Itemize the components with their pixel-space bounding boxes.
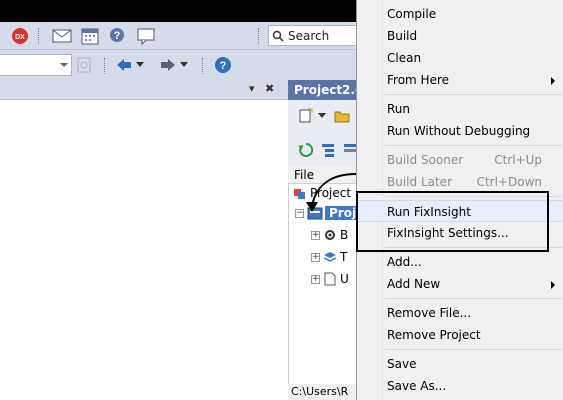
menu-item-build-sooner: Build Sooner Ctrl+Up xyxy=(357,149,563,171)
menu-separator xyxy=(385,145,562,146)
sync-icon[interactable] xyxy=(296,140,316,160)
chevron-down-icon[interactable] xyxy=(316,106,328,126)
menu-item-label: Save xyxy=(387,357,417,371)
menu-item-shortcut: Ctrl+Up xyxy=(494,153,542,167)
layers-icon xyxy=(323,252,337,262)
location-combobox[interactable] xyxy=(0,54,72,76)
refresh-disabled-icon xyxy=(74,55,94,75)
menu-item-run[interactable]: Run xyxy=(357,98,563,120)
menu-item-label: Add... xyxy=(387,255,422,269)
file-icon xyxy=(324,272,336,286)
close-icon[interactable]: ✖ xyxy=(265,82,274,95)
folder-icon[interactable] xyxy=(332,106,352,126)
editor-area[interactable] xyxy=(0,100,288,400)
tree-item-label: T xyxy=(340,250,348,264)
project-status-path: C:\Users\R xyxy=(288,384,356,400)
menu-item-label: Compile xyxy=(387,7,437,21)
forward-dropdown-icon[interactable] xyxy=(178,55,190,75)
menu-item-save[interactable]: Save xyxy=(357,353,563,375)
help-icon[interactable]: ? xyxy=(213,55,233,75)
menu-item-label: Remove Project xyxy=(387,328,481,342)
new-item-icon[interactable] xyxy=(296,106,316,126)
menu-item-build[interactable]: Build xyxy=(357,25,563,47)
project-panel-title: Project2.c xyxy=(288,80,356,100)
menu-separator xyxy=(385,298,562,299)
menu-item-save-as[interactable]: Save As... xyxy=(357,375,563,397)
expand-toggle[interactable]: + xyxy=(311,252,320,262)
help-chat-icon[interactable]: ? xyxy=(108,26,128,46)
toolbar-separator xyxy=(104,58,105,74)
menu-item-label: Build Sooner xyxy=(387,153,464,167)
menu-item-remove-project[interactable]: Remove Project xyxy=(357,324,563,346)
menu-item-label: Clean xyxy=(387,51,422,65)
navigation-toolbar: ? xyxy=(0,50,356,80)
tree-row-unit[interactable]: + U xyxy=(311,270,349,288)
back-dropdown-icon[interactable] xyxy=(134,55,146,75)
menu-separator xyxy=(385,349,562,350)
menu-item-shortcut: Ctrl+Down xyxy=(476,175,542,189)
forward-arrow-icon[interactable] xyxy=(158,55,178,75)
gear-icon xyxy=(325,230,335,240)
menu-item-clean[interactable]: Clean xyxy=(357,47,563,69)
menu-item-build-later: Build Later Ctrl+Down xyxy=(357,171,563,193)
menu-item-add-new[interactable]: Add New xyxy=(357,273,563,295)
menu-item-from-here[interactable]: From Here xyxy=(357,69,563,91)
svg-text:?: ? xyxy=(114,30,121,42)
menu-separator xyxy=(385,94,562,95)
toolbar-separator xyxy=(258,28,259,44)
menu-item-remove-file[interactable]: Remove File... xyxy=(357,302,563,324)
editor-panel-header: ▾ ✖ xyxy=(0,80,288,100)
menu-item-label: Build xyxy=(387,29,418,43)
menu-item-add[interactable]: Add... xyxy=(357,251,563,273)
dx-badge-icon[interactable]: DX xyxy=(10,26,30,46)
mail-icon[interactable] xyxy=(52,26,72,46)
calendar-icon[interactable] xyxy=(80,26,100,46)
menu-item-label: From Here xyxy=(387,73,450,87)
menu-item-label: Save As... xyxy=(387,379,447,393)
toolbar-separator xyxy=(38,28,39,44)
project-panel-toolbar xyxy=(288,100,356,166)
tree-item-label: U xyxy=(340,272,349,286)
submenu-arrow-icon xyxy=(551,281,555,289)
menu-item-label: Run xyxy=(387,102,411,116)
pin-icon[interactable]: ▾ xyxy=(249,82,255,95)
chevron-down-icon[interactable] xyxy=(60,63,68,67)
tree-row-target-platforms[interactable]: + T xyxy=(311,248,347,266)
search-input[interactable]: Search xyxy=(268,25,356,46)
dx-badge-text: DX xyxy=(15,34,25,41)
submenu-arrow-icon xyxy=(551,77,555,85)
expand-toggle[interactable]: + xyxy=(311,230,320,240)
search-icon xyxy=(272,30,284,42)
back-arrow-icon[interactable] xyxy=(114,55,134,75)
menu-item-compile[interactable]: Compile xyxy=(357,3,563,25)
svg-text:?: ? xyxy=(220,60,227,72)
menu-item-run-without-debugging[interactable]: Run Without Debugging xyxy=(357,120,563,142)
menu-item-label: Build Later xyxy=(387,175,452,189)
menu-item-label: Add New xyxy=(387,277,441,291)
expand-tree-icon[interactable] xyxy=(318,140,338,160)
menu-item-label: Remove File... xyxy=(387,306,472,320)
tree-item-label: B xyxy=(340,228,349,242)
tree-row-build-config[interactable]: + B xyxy=(311,226,348,244)
search-label: Search xyxy=(288,28,330,43)
annotation-highlight-box xyxy=(356,191,549,252)
toolbar-separator xyxy=(202,58,203,74)
menu-item-label: Run Without Debugging xyxy=(387,124,531,138)
expand-toggle[interactable]: + xyxy=(311,274,320,284)
feedback-icon[interactable] xyxy=(136,26,156,46)
annotation-arrow xyxy=(306,173,357,212)
main-toolbar: DX ? Search xyxy=(0,22,356,50)
